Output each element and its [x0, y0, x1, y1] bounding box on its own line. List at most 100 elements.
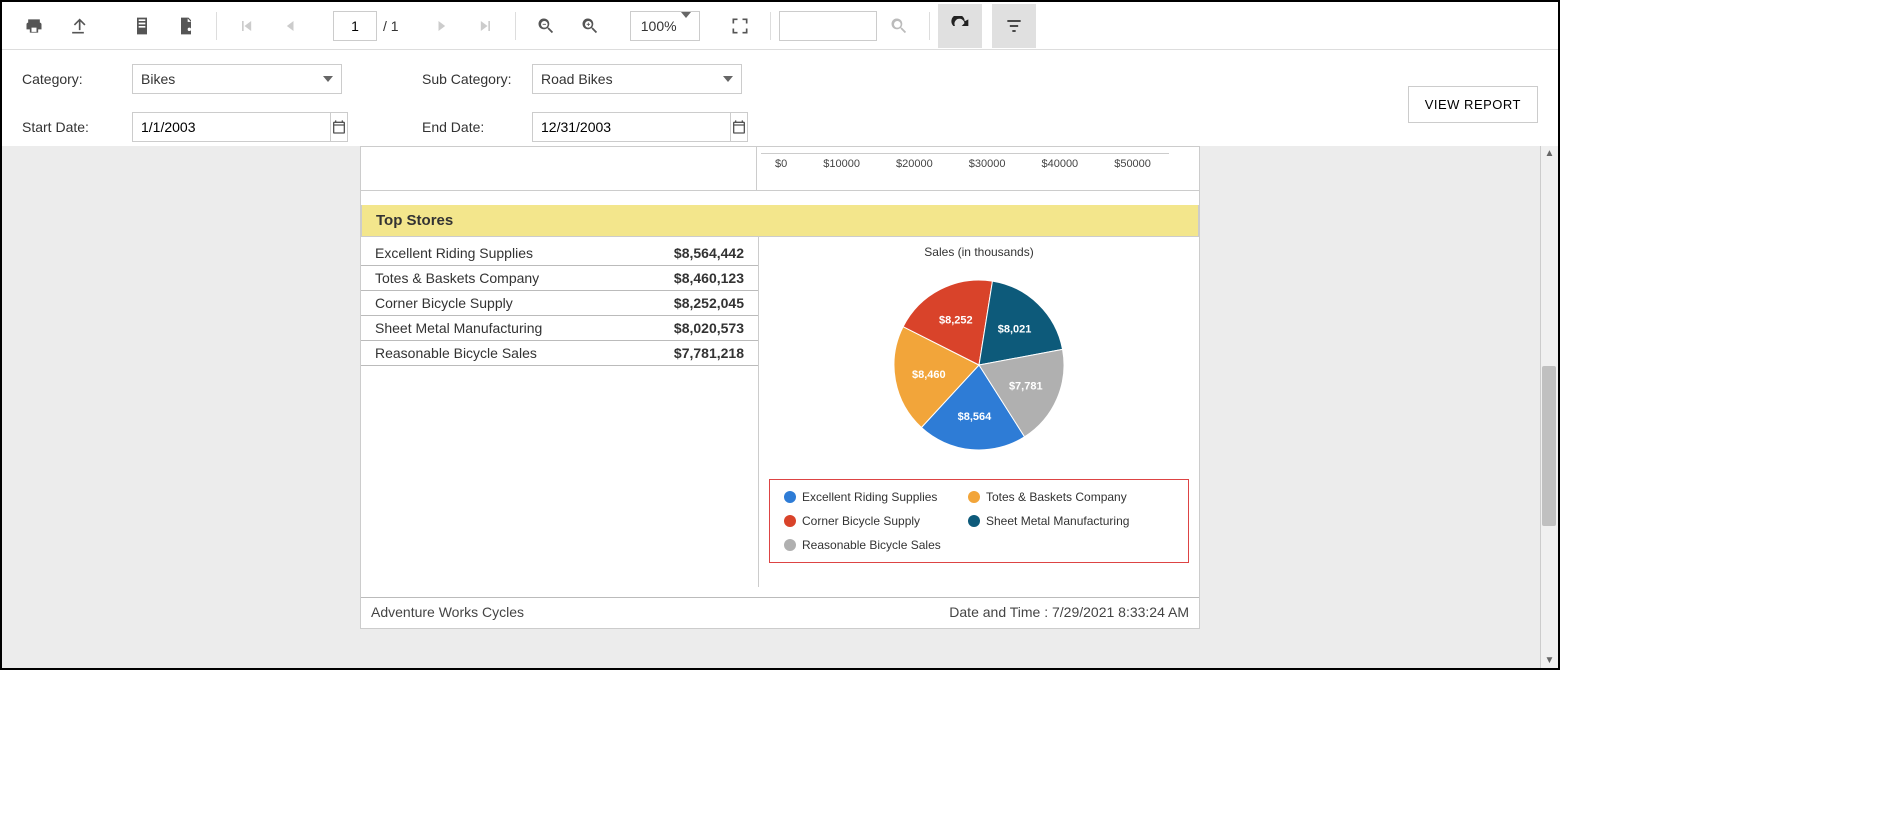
legend-item: Corner Bicycle Supply: [784, 514, 944, 528]
parameter-panel: Category: Bikes Sub Category: Road Bikes…: [2, 50, 1558, 161]
search-icon: [889, 16, 909, 36]
legend-swatch: [784, 515, 796, 527]
next-icon: [431, 16, 451, 36]
subcategory-value: Road Bikes: [541, 71, 723, 87]
enddate-label: End Date:: [422, 119, 532, 135]
zoom-select[interactable]: 100%: [630, 11, 700, 41]
startdate-label: Start Date:: [22, 119, 132, 135]
first-icon: [237, 16, 257, 36]
legend-swatch: [968, 491, 980, 503]
table-row: Excellent Riding Supplies$8,564,442: [361, 241, 758, 266]
axis-tick: $40000: [1041, 158, 1078, 170]
zoom-out-button[interactable]: [524, 4, 568, 48]
legend-item: Totes & Baskets Company: [968, 490, 1128, 504]
page-layout-button[interactable]: [120, 4, 164, 48]
legend-label: Corner Bicycle Supply: [802, 514, 920, 528]
legend-swatch: [784, 539, 796, 551]
store-name: Totes & Baskets Company: [375, 270, 539, 286]
store-value: $8,252,045: [674, 295, 744, 311]
prev-page-button[interactable]: [269, 4, 313, 48]
store-value: $7,781,218: [674, 345, 744, 361]
search-button[interactable]: [877, 4, 921, 48]
scroll-up-icon: ▲: [1541, 148, 1558, 159]
next-page-button[interactable]: [419, 4, 463, 48]
chart-legend: Excellent Riding Supplies Totes & Baskets…: [769, 479, 1189, 563]
report-page: $0$10000$20000$30000$40000$50000 Top Sto…: [360, 146, 1200, 629]
calendar-icon[interactable]: [731, 112, 748, 142]
category-value: Bikes: [141, 71, 323, 87]
vertical-scrollbar[interactable]: ▲ ▼: [1540, 146, 1558, 668]
page-setup-button[interactable]: [164, 4, 208, 48]
footer-datetime: Date and Time : 7/29/2021 8:33:24 AM: [949, 604, 1189, 620]
enddate-input[interactable]: [532, 112, 731, 142]
startdate-input[interactable]: [132, 112, 331, 142]
pie-label: $8,021: [998, 323, 1032, 335]
store-value: $8,460,123: [674, 270, 744, 286]
last-icon: [475, 16, 495, 36]
search-input[interactable]: [779, 11, 877, 41]
table-row: Sheet Metal Manufacturing $8,020,573: [361, 316, 758, 341]
axis-tick: $10000: [823, 158, 860, 170]
scroll-thumb[interactable]: [1542, 366, 1556, 526]
store-value: $8,020,573: [674, 320, 744, 336]
axis-tick: $30000: [969, 158, 1006, 170]
footer-company: Adventure Works Cycles: [371, 604, 524, 620]
legend-label: Totes & Baskets Company: [986, 490, 1127, 504]
upper-bar-chart-axis: $0 $10000 $20000 $30000 $40000 $50000: [757, 147, 1199, 191]
chart-title: Sales (in thousands): [769, 245, 1189, 259]
export-icon: [68, 16, 88, 36]
legend-item: Sheet Metal Manufacturing: [968, 514, 1129, 528]
axis-tick: $0: [775, 158, 787, 170]
page-total: / 1: [383, 18, 399, 34]
fit-page-button[interactable]: [718, 4, 762, 48]
enddate-field[interactable]: [532, 112, 742, 142]
subcategory-select[interactable]: Road Bikes: [532, 64, 742, 94]
pie-label: $8,252: [939, 315, 973, 327]
store-name: Reasonable Bicycle Sales: [375, 345, 537, 361]
print-button[interactable]: [12, 4, 56, 48]
legend-swatch: [968, 515, 980, 527]
chevron-down-icon: [323, 76, 333, 82]
calendar-icon[interactable]: [331, 112, 348, 142]
page-icon: [132, 16, 152, 36]
legend-label: Sheet Metal Manufacturing: [986, 514, 1129, 528]
category-label: Category:: [22, 71, 132, 87]
report-footer: Adventure Works Cycles Date and Time : 7…: [361, 597, 1199, 620]
category-select[interactable]: Bikes: [132, 64, 342, 94]
page-gear-icon: [176, 16, 196, 36]
export-button[interactable]: [56, 4, 100, 48]
axis-tick: $20000: [896, 158, 933, 170]
table-row: Reasonable Bicycle Sales $7,781,218: [361, 341, 758, 366]
chevron-down-icon: [681, 18, 691, 34]
scroll-down-icon: ▼: [1541, 655, 1558, 666]
zoom-out-icon: [536, 16, 556, 36]
pie-label: $7,781: [1009, 380, 1043, 392]
legend-item: Reasonable Bicycle Sales: [784, 538, 944, 552]
refresh-button[interactable]: [938, 4, 982, 48]
store-name: Sheet Metal Manufacturing: [375, 320, 542, 336]
first-page-button[interactable]: [225, 4, 269, 48]
pie-label: $8,564: [958, 411, 993, 423]
filter-button[interactable]: [992, 4, 1036, 48]
print-icon: [24, 16, 44, 36]
app-frame: / 1 100% Category: Bikes Sub Cat: [0, 0, 1560, 670]
pie-svg: $8,564 $8,460 $8,252 $8,021 $7,781: [879, 265, 1079, 465]
legend-swatch: [784, 491, 796, 503]
axis-tick: $50000: [1114, 158, 1151, 170]
legend-item: Excellent Riding Supplies: [784, 490, 944, 504]
sales-pie-chart: Sales (in thousands) $8,564$8,460$8,252$…: [758, 237, 1199, 587]
report-canvas: $0$10000$20000$30000$40000$50000 Top Sto…: [2, 146, 1558, 668]
upper-left-cell: [361, 147, 757, 191]
zoom-in-button[interactable]: [568, 4, 612, 48]
filter-icon: [1004, 16, 1024, 36]
chevron-down-icon: [723, 76, 733, 82]
view-report-button[interactable]: VIEW REPORT: [1408, 86, 1538, 123]
startdate-field[interactable]: [132, 112, 342, 142]
table-row: Totes & Baskets Company $8,460,123: [361, 266, 758, 291]
last-page-button[interactable]: [463, 4, 507, 48]
store-value: $8,564,442: [674, 245, 744, 261]
fit-icon: [730, 16, 750, 36]
subcategory-label: Sub Category:: [422, 71, 532, 87]
page-number-input[interactable]: [333, 11, 377, 41]
pie-label: $8,460: [912, 369, 946, 381]
